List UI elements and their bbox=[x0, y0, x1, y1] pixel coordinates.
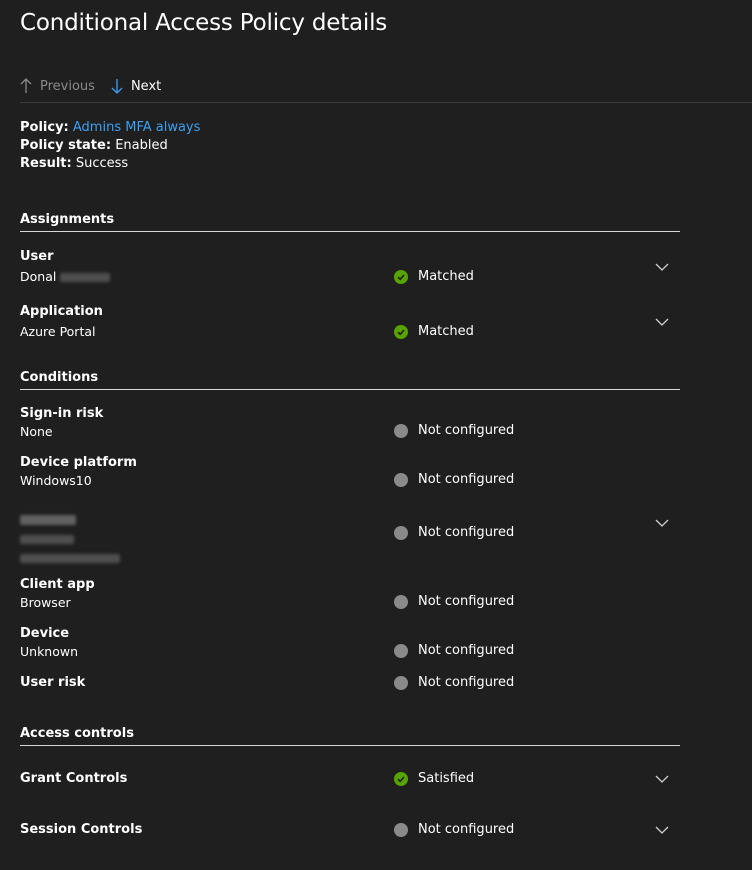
neutral-status-icon bbox=[394, 423, 408, 438]
session-controls-status-text: Not configured bbox=[418, 822, 515, 837]
grant-controls-status-text: Satisfied bbox=[418, 771, 475, 786]
application-status: Matched bbox=[394, 324, 474, 339]
policy-state-value: Enabled bbox=[115, 138, 168, 153]
assignments-heading: Assignments bbox=[20, 212, 115, 227]
device-platform-status: Not configured bbox=[394, 472, 514, 487]
device-status-text: Not configured bbox=[418, 643, 515, 658]
user-risk-status: Not configured bbox=[394, 675, 514, 690]
client-app-value: Browser bbox=[20, 595, 71, 610]
neutral-status-icon bbox=[394, 594, 408, 609]
redacted-surname bbox=[60, 273, 111, 282]
location-expand-chevron-icon[interactable] bbox=[655, 518, 669, 528]
user-value: Donal bbox=[20, 269, 111, 284]
access-controls-heading: Access controls bbox=[20, 726, 134, 741]
policy-state-row: Policy state: Enabled bbox=[20, 137, 168, 155]
location-label-redacted bbox=[20, 509, 76, 528]
device-platform-label: Device platform bbox=[20, 455, 137, 470]
conditions-heading: Conditions bbox=[20, 370, 99, 385]
nav-toolbar: Previous Next bbox=[20, 73, 161, 99]
grant-controls-status: Satisfied bbox=[394, 771, 474, 786]
signin-risk-value: None bbox=[20, 424, 53, 439]
toolbar-divider bbox=[20, 102, 752, 103]
device-status: Not configured bbox=[394, 643, 514, 658]
session-controls-label: Session Controls bbox=[20, 822, 143, 837]
session-controls-status: Not configured bbox=[394, 822, 514, 837]
user-status: Matched bbox=[394, 269, 474, 284]
user-label: User bbox=[20, 249, 54, 264]
application-expand-chevron-icon[interactable] bbox=[655, 317, 669, 327]
neutral-status-icon bbox=[394, 525, 408, 540]
location-status-text: Not configured bbox=[418, 525, 515, 540]
location-value-redacted bbox=[20, 529, 74, 548]
page-title: Conditional Access Policy details bbox=[20, 10, 388, 36]
application-value: Azure Portal bbox=[20, 324, 96, 339]
access-controls-divider bbox=[20, 745, 680, 746]
device-platform-status-text: Not configured bbox=[418, 472, 515, 487]
arrow-up-icon bbox=[20, 78, 32, 93]
neutral-status-icon bbox=[394, 822, 408, 837]
device-platform-value: Windows10 bbox=[20, 473, 92, 488]
user-risk-label: User risk bbox=[20, 675, 86, 690]
signin-risk-status-text: Not configured bbox=[418, 423, 515, 438]
policy-state-label: Policy state: bbox=[20, 138, 112, 153]
client-app-status: Not configured bbox=[394, 594, 514, 609]
policy-label: Policy: bbox=[20, 120, 69, 135]
device-value: Unknown bbox=[20, 644, 79, 659]
conditions-divider bbox=[20, 389, 680, 390]
user-risk-status-text: Not configured bbox=[418, 675, 515, 690]
signin-risk-label: Sign-in risk bbox=[20, 406, 104, 421]
policy-name-link[interactable]: Admins MFA always bbox=[73, 120, 201, 135]
user-first-name: Donal bbox=[20, 269, 57, 284]
user-status-text: Matched bbox=[418, 269, 474, 284]
session-controls-expand-chevron-icon[interactable] bbox=[655, 825, 669, 835]
neutral-status-icon bbox=[394, 472, 408, 487]
client-app-status-text: Not configured bbox=[418, 594, 515, 609]
check-icon bbox=[394, 324, 408, 339]
previous-label: Previous bbox=[40, 78, 95, 94]
check-icon bbox=[394, 269, 408, 284]
neutral-status-icon bbox=[394, 643, 408, 658]
grant-controls-label: Grant Controls bbox=[20, 771, 128, 786]
neutral-status-icon bbox=[394, 675, 408, 690]
application-status-text: Matched bbox=[418, 324, 474, 339]
location-status: Not configured bbox=[394, 525, 514, 540]
user-expand-chevron-icon[interactable] bbox=[655, 262, 669, 272]
location-detail-redacted bbox=[20, 548, 120, 567]
next-label: Next bbox=[130, 78, 162, 94]
check-icon bbox=[394, 771, 408, 786]
application-label: Application bbox=[20, 304, 103, 319]
grant-controls-expand-chevron-icon[interactable] bbox=[655, 774, 669, 784]
assignments-divider bbox=[20, 231, 680, 232]
next-button[interactable]: Next bbox=[111, 78, 161, 94]
arrow-down-icon bbox=[111, 79, 123, 94]
result-value: Success bbox=[75, 156, 129, 171]
device-label: Device bbox=[20, 626, 70, 641]
policy-result-row: Result: Success bbox=[20, 155, 128, 173]
client-app-label: Client app bbox=[20, 577, 95, 592]
signin-risk-status: Not configured bbox=[394, 423, 514, 438]
previous-button[interactable]: Previous bbox=[20, 78, 95, 94]
policy-name-row: Policy: Admins MFA always bbox=[20, 119, 200, 137]
result-label: Result: bbox=[20, 156, 72, 171]
